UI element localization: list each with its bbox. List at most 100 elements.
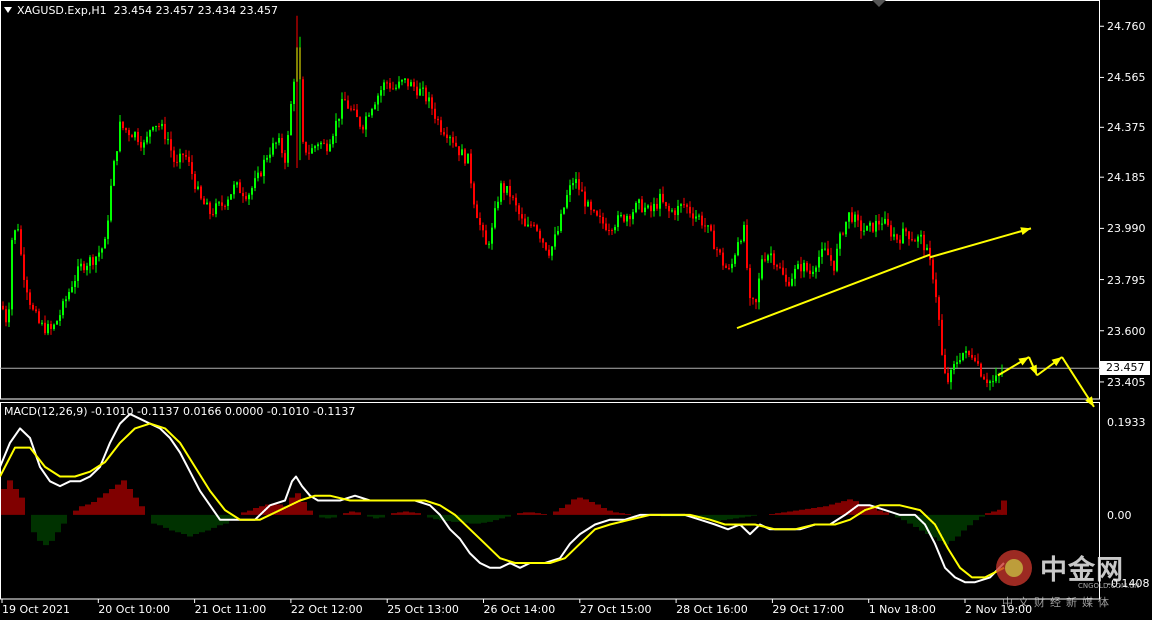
candle-body <box>665 202 667 207</box>
candle-body <box>716 249 718 251</box>
chart-header: XAGUSD.Exp,H1 23.454 23.457 23.434 23.45… <box>4 4 278 17</box>
candle-body <box>110 185 112 221</box>
macd-line <box>0 413 1005 584</box>
candle-body <box>80 263 82 267</box>
candle-body <box>860 220 862 231</box>
candle-body <box>734 255 736 264</box>
candle-body <box>161 123 163 127</box>
candle-body <box>374 104 376 110</box>
candle-body <box>98 252 100 257</box>
candle-body <box>236 182 238 185</box>
candle-body <box>911 239 913 241</box>
candle-body <box>269 154 271 158</box>
candle-body <box>53 324 55 329</box>
candle-body <box>764 259 766 261</box>
candle-body <box>752 298 754 300</box>
candle-body <box>356 109 358 118</box>
candle-body <box>845 221 847 235</box>
candle-body <box>155 125 157 127</box>
candle-body <box>404 78 406 80</box>
price-tick-label: 24.185 <box>1107 171 1146 185</box>
time-tick-label: 27 Oct 15:00 <box>579 603 652 616</box>
candle-body <box>524 218 526 227</box>
candle-body <box>761 259 763 279</box>
candle-body <box>344 99 346 101</box>
candle-body <box>227 199 229 206</box>
time-tick-label: 19 Oct 2021 <box>2 603 71 616</box>
macd-pane-border <box>0 402 1100 600</box>
candle-body <box>62 301 64 316</box>
candle-body <box>509 185 511 197</box>
candle-body <box>887 218 889 226</box>
candle-body <box>542 238 544 243</box>
candle-body <box>437 118 439 121</box>
candle-body <box>32 304 34 310</box>
signal-line <box>0 422 1005 579</box>
trend-annotations <box>736 227 1095 408</box>
candle-body <box>197 186 199 189</box>
candle-body <box>350 108 352 110</box>
candle-body <box>809 270 811 274</box>
candle-body <box>680 204 682 206</box>
candle-body <box>116 151 118 162</box>
candle-body <box>767 255 769 261</box>
candle-body <box>506 185 508 193</box>
candle-body <box>863 230 865 232</box>
candle-body <box>854 214 856 222</box>
candle-body <box>8 309 10 323</box>
candle-body <box>917 236 919 242</box>
candle-body <box>875 220 877 232</box>
candle-body <box>86 265 88 271</box>
chart-canvas[interactable] <box>0 0 1152 620</box>
candle-body <box>368 115 370 117</box>
candle-body <box>839 233 841 249</box>
candle-body <box>830 255 832 261</box>
candle-body <box>773 253 775 266</box>
time-tick-label: 28 Oct 16:00 <box>676 603 748 616</box>
candle-body <box>107 220 109 239</box>
candle-body <box>140 141 142 148</box>
candle-body <box>419 88 421 96</box>
candle-body <box>812 271 814 274</box>
candle-body <box>800 264 802 272</box>
candle-body <box>500 183 502 202</box>
candle-body <box>674 210 676 216</box>
candle-body <box>488 243 490 245</box>
candle-body <box>176 161 178 163</box>
candle-body <box>890 225 892 237</box>
candle-body <box>644 207 646 212</box>
candle-body <box>479 217 481 225</box>
candle-body <box>590 201 592 210</box>
candle-body <box>617 215 619 228</box>
candle-body <box>233 184 235 195</box>
candle-body <box>317 144 319 147</box>
candle-body <box>191 162 193 174</box>
candle-body <box>365 116 367 130</box>
candle-body <box>866 225 868 231</box>
candle-body <box>35 309 37 312</box>
candle-body <box>23 254 25 280</box>
candle-body <box>347 100 349 109</box>
candle-body <box>545 242 547 250</box>
candle-body <box>239 182 241 194</box>
candle-body <box>431 97 433 109</box>
macd-tick-label: 0.1933 <box>1107 416 1146 430</box>
candle-body <box>26 279 28 293</box>
candle-body <box>599 215 601 218</box>
menu-triangle-icon[interactable] <box>4 7 12 13</box>
price-tick-label: 24.565 <box>1107 71 1146 85</box>
candle-body <box>698 215 700 217</box>
candle-body <box>893 234 895 237</box>
price-pane-border <box>0 0 1100 400</box>
candle-body <box>848 212 850 222</box>
candle-body <box>971 354 973 358</box>
candle-body <box>134 131 136 138</box>
candle-body <box>68 292 70 300</box>
candle-body <box>188 156 190 163</box>
chart-shift-marker[interactable] <box>872 0 886 7</box>
candle-body <box>683 204 685 206</box>
candle-body <box>182 153 184 156</box>
candle-body <box>377 95 379 105</box>
ohlc-values: 23.454 23.457 23.434 23.457 <box>113 4 279 17</box>
candle-body <box>695 216 697 219</box>
